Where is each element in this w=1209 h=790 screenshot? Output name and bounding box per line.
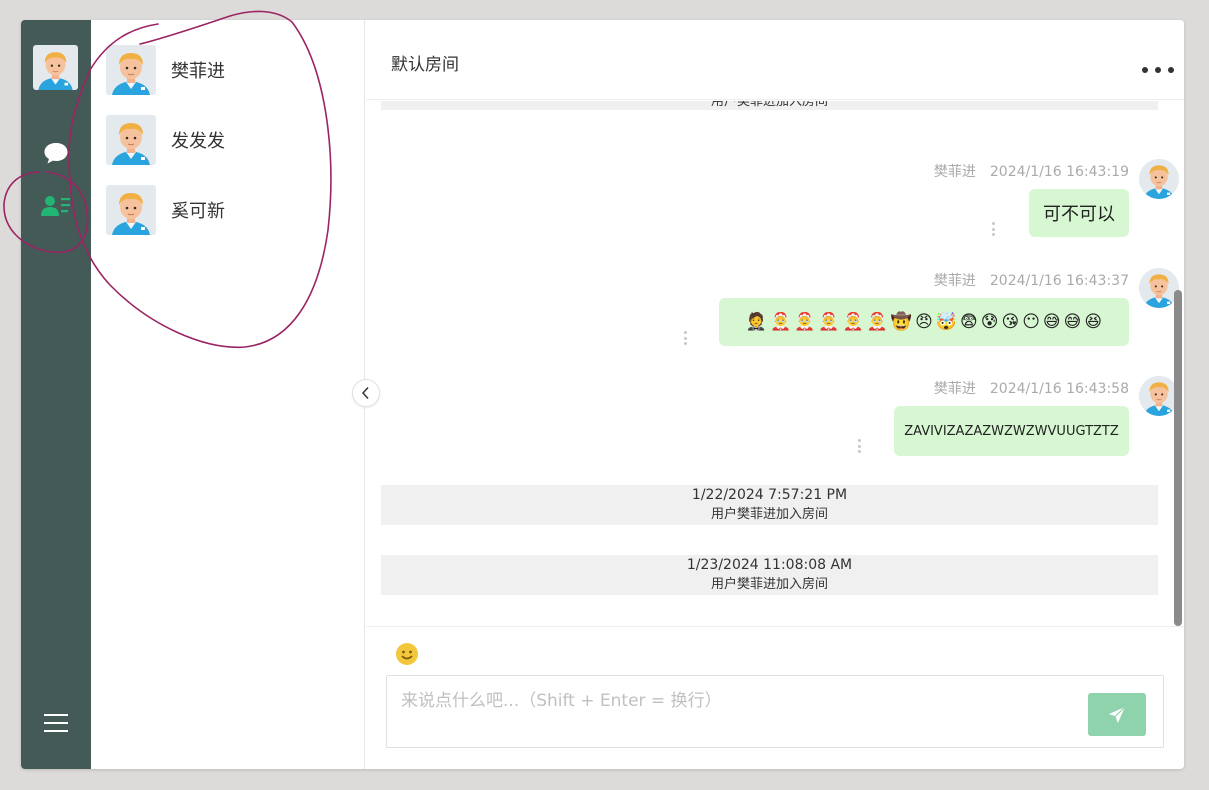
system-notice-time: 1/23/2024 11:08:08 AM bbox=[686, 557, 853, 573]
message-time: 2024/1/16 16:43:37 bbox=[989, 273, 1129, 289]
emoji: 😠 bbox=[915, 312, 933, 332]
avatar bbox=[106, 45, 156, 95]
emoji: 😰 bbox=[980, 312, 999, 332]
message-actions-icon[interactable] bbox=[990, 222, 996, 236]
chat-pane: 默认房间 用户樊菲进加入房间 樊菲进 2024/1/16 16:43:19 可不可… bbox=[366, 20, 1184, 769]
contacts-icon[interactable] bbox=[41, 191, 71, 221]
emoji-picker-icon[interactable] bbox=[395, 642, 419, 666]
avatar[interactable] bbox=[1139, 159, 1179, 199]
avatar bbox=[106, 115, 156, 165]
emoji: 😘 bbox=[1001, 312, 1020, 332]
message-scrollbar[interactable] bbox=[1174, 290, 1182, 626]
send-icon bbox=[1109, 706, 1126, 723]
chevron-left-icon bbox=[361, 386, 369, 400]
message-time: 2024/1/16 16:43:19 bbox=[989, 164, 1129, 180]
emoji-row: 🤵 🤶 🤶 🤶 🤶 🤶 🤠 😠 🤯 😨 😰 😘 😶 😅 😅 😆 bbox=[746, 312, 1102, 332]
chat-header: 默认房间 bbox=[366, 20, 1184, 100]
message-input-box bbox=[386, 675, 1164, 748]
avatar bbox=[106, 185, 156, 235]
contact-name: 发发发 bbox=[171, 131, 225, 152]
system-notice-text: 用户樊菲进加入房间 bbox=[710, 507, 828, 522]
contact-item[interactable]: 樊菲进 bbox=[106, 44, 356, 96]
message-meta: 樊菲进 2024/1/16 16:43:37 bbox=[934, 270, 1129, 290]
emoji: 🤶 bbox=[842, 312, 864, 332]
system-notice-text: 用户樊菲进加入房间 bbox=[710, 577, 828, 592]
emoji: 🤶 bbox=[794, 312, 816, 332]
emoji: 😅 bbox=[1042, 312, 1061, 332]
emoji: 😨 bbox=[959, 312, 978, 332]
avatar[interactable] bbox=[1139, 376, 1179, 416]
emoji: 🤠 bbox=[890, 312, 913, 332]
emoji: 🤵 bbox=[745, 312, 768, 332]
emoji: 😶 bbox=[1022, 312, 1040, 332]
send-button[interactable] bbox=[1088, 693, 1146, 736]
message-actions-icon[interactable] bbox=[856, 439, 862, 453]
emoji: 🤶 bbox=[770, 312, 792, 332]
contact-item[interactable]: 发发发 bbox=[106, 114, 356, 166]
system-notice: 1/22/2024 7:57:21 PM 用户樊菲进加入房间 bbox=[381, 485, 1158, 525]
message-text: ZAVIVIZAZAZWZWZWVUUGTZTZ bbox=[904, 423, 1119, 439]
nav-rail bbox=[21, 20, 91, 769]
emoji: 🤶 bbox=[818, 312, 840, 332]
chat-app-window: 樊菲进 发发发 奚可新 默认房间 用户樊菲进加入房间 樊菲进 2024/1/16… bbox=[21, 20, 1184, 769]
system-notice: 1/23/2024 11:08:08 AM 用户樊菲进加入房间 bbox=[381, 555, 1158, 595]
message-input[interactable] bbox=[387, 676, 1077, 747]
contact-name: 樊菲进 bbox=[171, 61, 225, 82]
message-bubble: ZAVIVIZAZAZWZWZWVUUGTZTZ bbox=[894, 406, 1129, 456]
message-time: 2024/1/16 16:43:58 bbox=[989, 381, 1129, 397]
contact-name: 奚可新 bbox=[171, 201, 225, 222]
message-sender: 樊菲进 bbox=[933, 381, 976, 397]
my-avatar[interactable] bbox=[33, 45, 78, 90]
message-actions-icon[interactable] bbox=[682, 331, 688, 345]
message-list: 用户樊菲进加入房间 樊菲进 2024/1/16 16:43:19 可不可以 樊菲进… bbox=[366, 101, 1184, 625]
emoji: 🤶 bbox=[866, 312, 888, 332]
more-options-icon[interactable] bbox=[1142, 60, 1174, 80]
emoji: 🤯 bbox=[935, 312, 957, 332]
message-text: 可不可以 bbox=[1043, 204, 1115, 225]
message-sender: 樊菲进 bbox=[933, 273, 976, 289]
message-bubble: 🤵 🤶 🤶 🤶 🤶 🤶 🤠 😠 🤯 😨 😰 😘 😶 😅 😅 😆 bbox=[719, 298, 1129, 346]
hamburger-menu-icon[interactable] bbox=[41, 708, 71, 738]
message-meta: 樊菲进 2024/1/16 16:43:58 bbox=[934, 378, 1129, 398]
message-bubble: 可不可以 bbox=[1029, 189, 1129, 237]
collapse-panel-button[interactable] bbox=[352, 379, 380, 407]
composer bbox=[366, 626, 1184, 769]
message-meta: 樊菲进 2024/1/16 16:43:19 bbox=[934, 161, 1129, 181]
system-notice-text: 用户樊菲进加入房间 bbox=[710, 101, 828, 109]
avatar[interactable] bbox=[1139, 268, 1179, 308]
message-sender: 樊菲进 bbox=[933, 164, 976, 180]
contact-item[interactable]: 奚可新 bbox=[106, 184, 356, 236]
system-notice-time: 1/22/2024 7:57:21 PM bbox=[691, 487, 848, 503]
chat-bubble-icon[interactable] bbox=[41, 138, 71, 168]
emoji: 😆 bbox=[1084, 312, 1103, 332]
emoji: 😅 bbox=[1063, 312, 1082, 332]
system-notice: 用户樊菲进加入房间 bbox=[381, 101, 1158, 110]
room-title: 默认房间 bbox=[391, 55, 459, 75]
contacts-panel: 樊菲进 发发发 奚可新 bbox=[91, 20, 365, 769]
